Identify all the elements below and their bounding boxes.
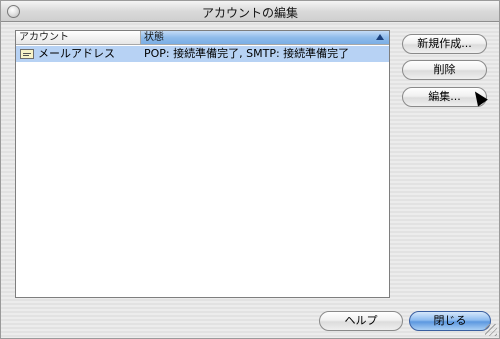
row-account-status: POP: 接続準備完了, SMTP: 接続準備完了 (144, 47, 350, 60)
delete-account-button[interactable]: 削除 (402, 60, 487, 80)
row-account-name: メールアドレス (38, 47, 115, 60)
table-row[interactable]: メールアドレス POP: 接続準備完了, SMTP: 接続準備完了 (16, 46, 389, 62)
column-header-account[interactable]: アカウント (16, 31, 141, 44)
column-header-status-label: 状態 (144, 32, 164, 43)
close-button[interactable]: 閉じる (409, 311, 491, 331)
accounts-table: アカウント 状態 メールアドレス POP: 接続準備完了, SMTP: 接続準備… (15, 30, 390, 298)
resize-grip-icon[interactable] (485, 324, 497, 336)
title-bar: アカウントの編集 (1, 1, 499, 22)
new-account-button[interactable]: 新規作成... (402, 34, 487, 54)
edit-accounts-window: アカウントの編集 アカウント 状態 メールアドレス POP: 接続準備完了, S… (0, 0, 500, 339)
column-header-status[interactable]: 状態 (141, 31, 389, 44)
help-button[interactable]: ヘルプ (319, 311, 403, 331)
window-title: アカウントの編集 (201, 6, 298, 20)
sort-ascending-icon (376, 34, 384, 40)
table-header: アカウント 状態 (16, 31, 389, 45)
mail-account-icon (20, 49, 34, 59)
